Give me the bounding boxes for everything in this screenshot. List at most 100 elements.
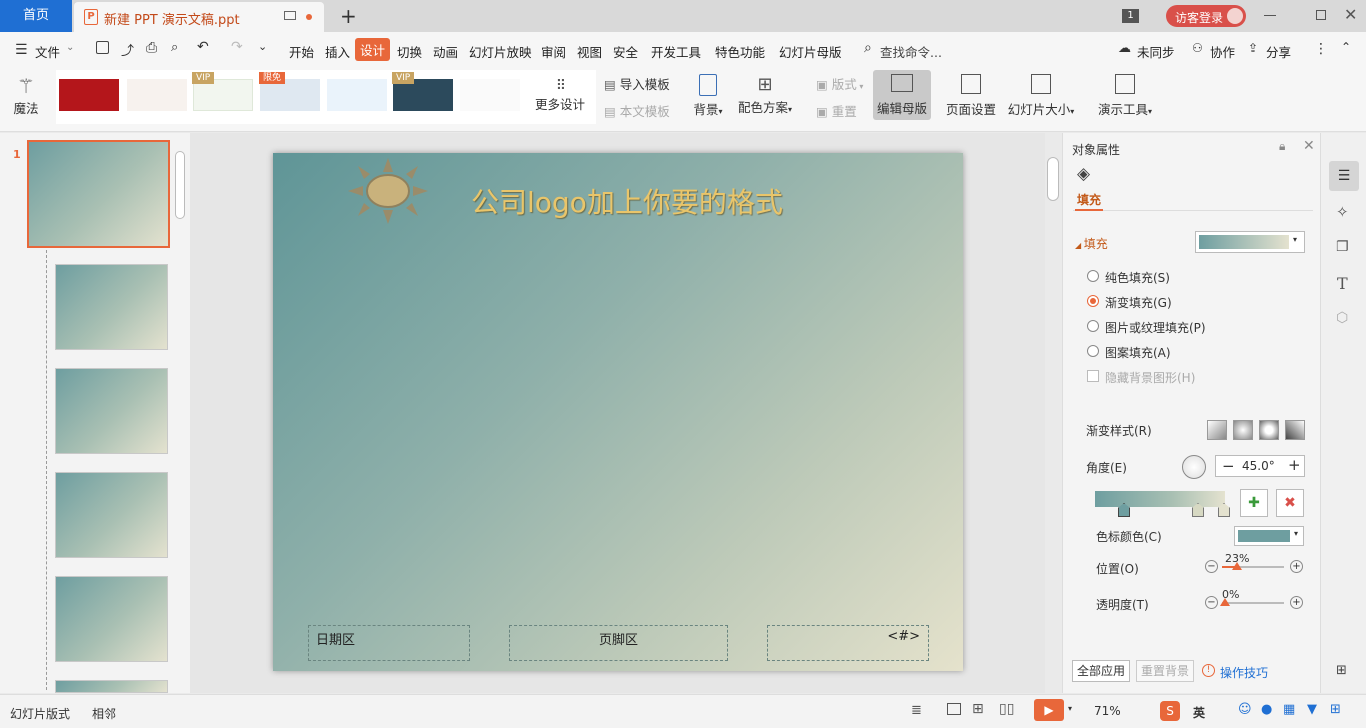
tab-fill[interactable]: 填充 xyxy=(1077,191,1101,208)
hamburger-icon[interactable]: ☰ xyxy=(15,42,28,58)
radio-picture-fill[interactable] xyxy=(1087,320,1099,332)
menu-file[interactable]: 文件 xyxy=(35,42,60,61)
template-thumb-7[interactable] xyxy=(460,79,520,111)
play-button[interactable]: ▶ xyxy=(1034,699,1064,721)
remove-stop-button[interactable]: ✖ xyxy=(1276,489,1304,517)
radio-solid-fill[interactable] xyxy=(1087,270,1099,282)
slide-title[interactable]: 公司logo加上你要的格式 xyxy=(471,181,783,221)
save-icon[interactable] xyxy=(96,41,109,54)
menu-view[interactable]: 视图 xyxy=(577,42,602,61)
layout-thumb[interactable] xyxy=(55,264,168,350)
menu-slide-master[interactable]: 幻灯片母版 xyxy=(779,42,842,61)
cube-icon[interactable]: ⬡ xyxy=(1336,310,1348,326)
notes-icon[interactable]: ≣ xyxy=(911,703,922,718)
template-thumb-1[interactable] xyxy=(59,79,119,111)
transparency-increment[interactable]: + xyxy=(1290,596,1303,609)
section-fill-label[interactable]: ◢ 填充 xyxy=(1075,235,1108,252)
menu-insert[interactable]: 插入 xyxy=(325,42,350,61)
chevron-down-icon[interactable]: ⌄ xyxy=(66,42,74,53)
search-icon[interactable]: ⌕ xyxy=(864,40,872,56)
undo-icon[interactable]: ↶ xyxy=(197,39,209,55)
collapse-ribbon-icon[interactable]: ⌃ xyxy=(1341,40,1351,54)
gradient-style-linear[interactable] xyxy=(1207,420,1227,440)
collab-button[interactable]: 协作 xyxy=(1210,42,1235,61)
canvas-scrollbar[interactable] xyxy=(1047,157,1059,201)
transparency-slider[interactable] xyxy=(1222,602,1284,604)
slide-master[interactable]: 公司logo加上你要的格式 日期区 页脚区 <#> xyxy=(273,153,963,671)
login-button[interactable]: 访客登录 xyxy=(1166,5,1246,27)
present-tools-button[interactable]: 演示工具▾ xyxy=(1095,74,1155,118)
text-icon[interactable]: T xyxy=(1337,274,1348,293)
layout-thumb[interactable] xyxy=(55,368,168,454)
preview-icon[interactable]: ⌕ xyxy=(171,40,178,55)
tab-home[interactable]: 首页 xyxy=(0,0,72,32)
menu-design[interactable]: 设计 xyxy=(355,38,391,61)
fill-preview-dropdown[interactable]: ▾ xyxy=(1195,231,1305,253)
page-setup-button[interactable]: 页面设置 xyxy=(944,74,998,118)
ime-logo-icon[interactable]: S xyxy=(1160,701,1180,721)
reset-button[interactable]: ▣ 重置 xyxy=(816,101,857,120)
menu-start[interactable]: 开始 xyxy=(289,42,314,61)
layout-button[interactable]: ▣ 版式 ▾ xyxy=(816,74,863,93)
apps-icon[interactable]: ⊞ xyxy=(1336,663,1347,678)
option-picture-fill[interactable]: 图片或纹理填充(P) xyxy=(1105,319,1206,336)
apply-all-button[interactable]: 全部应用 xyxy=(1072,660,1130,682)
copy-icon[interactable]: ❐ xyxy=(1336,239,1349,255)
menu-review[interactable]: 审阅 xyxy=(541,42,566,61)
color-scheme-button[interactable]: ⊞ 配色方案▾ xyxy=(735,74,795,116)
grid-tools-icon[interactable]: ⊞ xyxy=(1330,702,1341,717)
background-button[interactable]: 背景▾ xyxy=(690,74,726,118)
lock-icon[interactable]: 🔒︎ xyxy=(1279,139,1285,154)
stop-color-dropdown[interactable]: ▾ xyxy=(1234,526,1304,546)
cloud-icon[interactable]: ☁ xyxy=(1118,41,1131,56)
menu-special[interactable]: 特色功能 xyxy=(715,42,765,61)
transparency-decrement[interactable]: − xyxy=(1205,596,1218,609)
option-gradient-fill[interactable]: 渐变填充(G) xyxy=(1105,294,1172,311)
search-command[interactable]: 查找命令... xyxy=(880,42,942,61)
menu-security[interactable]: 安全 xyxy=(613,42,638,61)
ime-mode[interactable]: 英 xyxy=(1193,704,1205,721)
magic-button[interactable]: ⚚ 魔法 xyxy=(8,74,44,117)
hide-bg-label[interactable]: 隐藏背景图形(H) xyxy=(1105,369,1195,386)
chevron-down-icon[interactable]: ▾ xyxy=(1068,704,1072,713)
menu-slideshow[interactable]: 幻灯片放映 xyxy=(469,42,532,61)
tips-link[interactable]: 操作技巧 xyxy=(1220,664,1268,681)
radio-gradient-fill[interactable] xyxy=(1087,295,1099,307)
normal-view-icon[interactable] xyxy=(947,703,961,715)
collab-icon[interactable]: ⚇ xyxy=(1192,41,1203,55)
window-count-badge[interactable]: 1 xyxy=(1122,9,1139,23)
restore-icon[interactable] xyxy=(1316,10,1326,20)
mic-icon[interactable]: ● xyxy=(1261,702,1272,717)
slide-size-button[interactable]: 幻灯片大小▾ xyxy=(1006,74,1076,118)
hide-bg-checkbox[interactable] xyxy=(1087,370,1099,382)
close-icon[interactable]: ✕ xyxy=(1344,5,1357,24)
footer-placeholder[interactable]: 页脚区 xyxy=(509,625,728,661)
gradient-style-radial[interactable] xyxy=(1233,420,1253,440)
emoji-icon[interactable]: ☺ xyxy=(1238,702,1252,717)
new-tab-icon[interactable]: + xyxy=(340,4,357,28)
more-icon[interactable]: ⋮ xyxy=(1314,41,1328,57)
edit-master-button[interactable]: 编辑母版 xyxy=(873,70,931,120)
increment-button[interactable]: + xyxy=(1288,456,1301,474)
monitor-icon[interactable] xyxy=(284,11,296,20)
magic-star-icon[interactable]: ✧ xyxy=(1336,203,1349,221)
position-increment[interactable]: + xyxy=(1290,560,1303,573)
position-decrement[interactable]: − xyxy=(1205,560,1218,573)
angle-value[interactable]: 45.0° xyxy=(1242,459,1275,473)
reset-background-button[interactable]: 重置背景 xyxy=(1136,660,1194,682)
decrement-button[interactable]: − xyxy=(1222,457,1235,475)
this-template-button[interactable]: ▤ 本文模板 xyxy=(604,101,670,120)
gradient-style-path[interactable] xyxy=(1285,420,1305,440)
gradient-bar[interactable] xyxy=(1095,491,1225,507)
sync-status[interactable]: 未同步 xyxy=(1137,42,1175,61)
menu-devtools[interactable]: 开发工具 xyxy=(651,42,701,61)
close-panel-icon[interactable]: ✕ xyxy=(1303,138,1315,154)
layout-thumb[interactable] xyxy=(55,472,168,558)
grid-view-icon[interactable]: ⊞ xyxy=(972,701,984,717)
template-thumb-2[interactable] xyxy=(127,79,187,111)
keyboard-icon[interactable]: ▦ xyxy=(1283,702,1295,717)
date-placeholder[interactable]: 日期区 xyxy=(308,625,470,661)
number-placeholder[interactable]: <#> xyxy=(767,625,929,661)
properties-icon[interactable]: ☰ xyxy=(1329,161,1359,191)
reading-view-icon[interactable]: ▯▯ xyxy=(999,701,1014,717)
